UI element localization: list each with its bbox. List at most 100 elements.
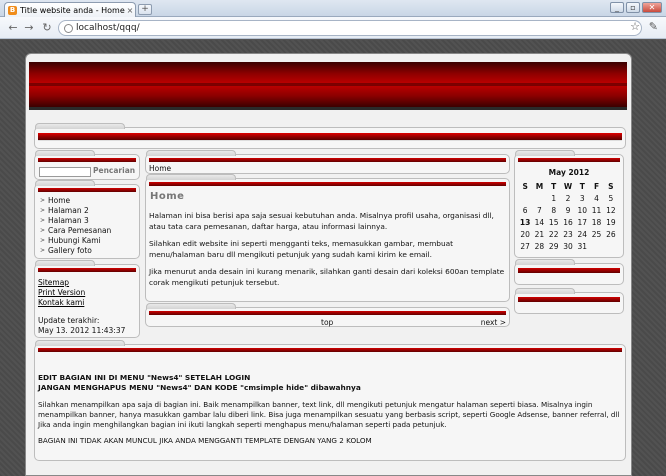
calendar-day[interactable]: 24 bbox=[575, 230, 589, 240]
breadcrumb-panel: Home bbox=[145, 150, 510, 174]
calendar-day[interactable]: 27 bbox=[518, 242, 532, 252]
menu-panel: > Home > Halaman 2 > Halaman 3 > Cara Pemesa… bbox=[34, 180, 140, 259]
calendar-day-header: M bbox=[535, 182, 544, 191]
calendar-day[interactable]: 21 bbox=[532, 230, 546, 240]
calendar-day[interactable]: 22 bbox=[547, 230, 561, 240]
next-link[interactable]: next > bbox=[481, 318, 506, 328]
calendar-day[interactable]: 31 bbox=[575, 242, 589, 252]
favicon-icon: B bbox=[8, 5, 17, 15]
panel-tab bbox=[515, 288, 575, 294]
url-text: localhost/qqq/ bbox=[76, 23, 140, 33]
search-button[interactable]: Pencarian bbox=[93, 166, 135, 175]
arrow-right-icon: > bbox=[40, 217, 46, 224]
last-update: Update terakhir: May 13. 2012 11:43:37 bbox=[38, 316, 125, 336]
pager-strip bbox=[149, 311, 506, 315]
panel-tab bbox=[35, 150, 95, 156]
calendar-day[interactable]: 13 bbox=[518, 218, 532, 228]
contact-link[interactable]: Kontak kami bbox=[38, 298, 85, 308]
calendar-day[interactable]: 2 bbox=[561, 194, 575, 204]
breadcrumb[interactable]: Home bbox=[149, 164, 171, 174]
search-input[interactable] bbox=[39, 167, 91, 177]
maximize-button[interactable]: ▫ bbox=[626, 2, 640, 13]
bookmark-star-icon[interactable]: ☆ bbox=[630, 20, 640, 33]
panel-tab bbox=[146, 150, 236, 156]
new-tab-button[interactable]: + bbox=[138, 4, 152, 15]
calendar-day[interactable]: 3 bbox=[575, 194, 589, 204]
calendar-day[interactable]: 5 bbox=[604, 194, 618, 204]
browser-toolbar: ← → ↻ localhost/qqq/ ☆ ✎ bbox=[0, 17, 666, 39]
panel-tab bbox=[515, 259, 575, 265]
calendar-day[interactable]: 19 bbox=[604, 218, 618, 228]
footer-links: Sitemap Print Version Kontak kami bbox=[38, 278, 85, 308]
calendar-day[interactable]: 4 bbox=[589, 194, 603, 204]
calendar-day[interactable]: 30 bbox=[561, 242, 575, 252]
calendar-day[interactable]: 18 bbox=[589, 218, 603, 228]
panel-tab bbox=[35, 260, 95, 266]
calendar-day[interactable]: 16 bbox=[561, 218, 575, 228]
calendar-day[interactable]: 9 bbox=[561, 206, 575, 216]
calendar-day[interactable]: 17 bbox=[575, 218, 589, 228]
calendar-day[interactable]: 25 bbox=[589, 230, 603, 240]
sidebar-menu: > Home > Halaman 2 > Halaman 3 > Cara Pemesa… bbox=[40, 196, 111, 256]
calendar-day[interactable]: 11 bbox=[589, 206, 603, 216]
arrow-right-icon: > bbox=[40, 197, 46, 204]
arrow-right-icon: > bbox=[40, 227, 46, 234]
calendar-day[interactable]: 14 bbox=[532, 218, 546, 228]
right-strip-2 bbox=[518, 297, 620, 302]
calendar-day[interactable]: 6 bbox=[518, 206, 532, 216]
calendar-day-header: F bbox=[594, 182, 600, 191]
panel-tab bbox=[35, 180, 95, 186]
minimize-button[interactable]: _ bbox=[610, 2, 624, 13]
calendar-day-header: S bbox=[522, 182, 528, 191]
calendar-day[interactable]: 23 bbox=[561, 230, 575, 240]
links-panel: Sitemap Print Version Kontak kami Update… bbox=[34, 260, 140, 338]
sidebar-item-halaman-3[interactable]: > Halaman 3 bbox=[40, 216, 111, 226]
arrow-right-icon: > bbox=[40, 247, 46, 254]
panel-tab bbox=[515, 150, 575, 156]
calendar-day[interactable]: 7 bbox=[532, 206, 546, 216]
calendar-day[interactable]: 26 bbox=[604, 230, 618, 240]
calendar-day[interactable]: 8 bbox=[547, 206, 561, 216]
bottom-line-1: EDIT BAGIAN INI DI MENU "News4" SETELAH … bbox=[38, 373, 251, 382]
content-paragraph-3: Jika menurut anda desain ini kurang mena… bbox=[149, 267, 505, 287]
calendar-day[interactable]: 20 bbox=[518, 230, 532, 240]
calendar-day-header: W bbox=[563, 182, 573, 191]
sidebar-item-home[interactable]: > Home bbox=[40, 196, 111, 206]
browser-tab[interactable]: B Title website anda - Home × bbox=[4, 2, 136, 17]
reload-icon[interactable]: ↻ bbox=[40, 21, 54, 35]
sidebar-item-cara-pemesanan[interactable]: > Cara Pemesanan bbox=[40, 226, 111, 236]
print-version-link[interactable]: Print Version bbox=[38, 288, 85, 298]
sitemap-link[interactable]: Sitemap bbox=[38, 278, 85, 288]
calendar-day[interactable]: 1 bbox=[547, 194, 561, 204]
sidebar-item-halaman-2[interactable]: > Halaman 2 bbox=[40, 206, 111, 216]
calendar-day[interactable]: 28 bbox=[532, 242, 546, 252]
panel-tab bbox=[146, 303, 236, 309]
calendar-day[interactable]: 10 bbox=[575, 206, 589, 216]
calendar-day-header: T bbox=[551, 182, 557, 191]
tab-title: Title website anda - Home bbox=[20, 5, 125, 15]
bottom-content: EDIT BAGIAN INI DI MENU "News4" SETELAH … bbox=[38, 373, 622, 446]
calendar-panel: May 2012 S M T W T F S 1 2 3 4 5 6 7 8 9 10 11 12 13 14 15 16 1… bbox=[514, 150, 624, 258]
sidebar-item-gallery-foto[interactable]: > Gallery foto bbox=[40, 246, 111, 256]
sidebar-item-hubungi-kami[interactable]: > Hubungi Kami bbox=[40, 236, 111, 246]
bottom-strip bbox=[38, 348, 622, 352]
calendar-day bbox=[532, 194, 546, 204]
page-title: Home bbox=[150, 191, 185, 202]
close-button[interactable]: ✕ bbox=[642, 2, 662, 13]
calendar-day[interactable]: 15 bbox=[547, 218, 561, 228]
calendar-day[interactable]: 29 bbox=[547, 242, 561, 252]
page-viewport: Pencarian > Home > Halaman 2 > Halaman 3 > C… bbox=[0, 40, 666, 476]
top-nav-panel bbox=[34, 123, 626, 149]
calendar-day bbox=[518, 194, 532, 204]
top-link[interactable]: top bbox=[321, 318, 333, 328]
bottom-paragraph: Silahkan menampilkan apa saja di bagian … bbox=[38, 400, 620, 429]
wrench-icon[interactable]: ✎ bbox=[649, 20, 658, 33]
back-icon[interactable]: ← bbox=[6, 21, 20, 35]
search-bar-strip bbox=[38, 158, 136, 162]
calendar-day[interactable]: 12 bbox=[604, 206, 618, 216]
calendar-day bbox=[604, 242, 618, 252]
address-bar[interactable]: localhost/qqq/ bbox=[58, 20, 642, 36]
calendar-day-header: T bbox=[579, 182, 585, 191]
forward-icon[interactable]: → bbox=[22, 21, 36, 35]
tab-close-icon[interactable]: × bbox=[125, 6, 135, 15]
